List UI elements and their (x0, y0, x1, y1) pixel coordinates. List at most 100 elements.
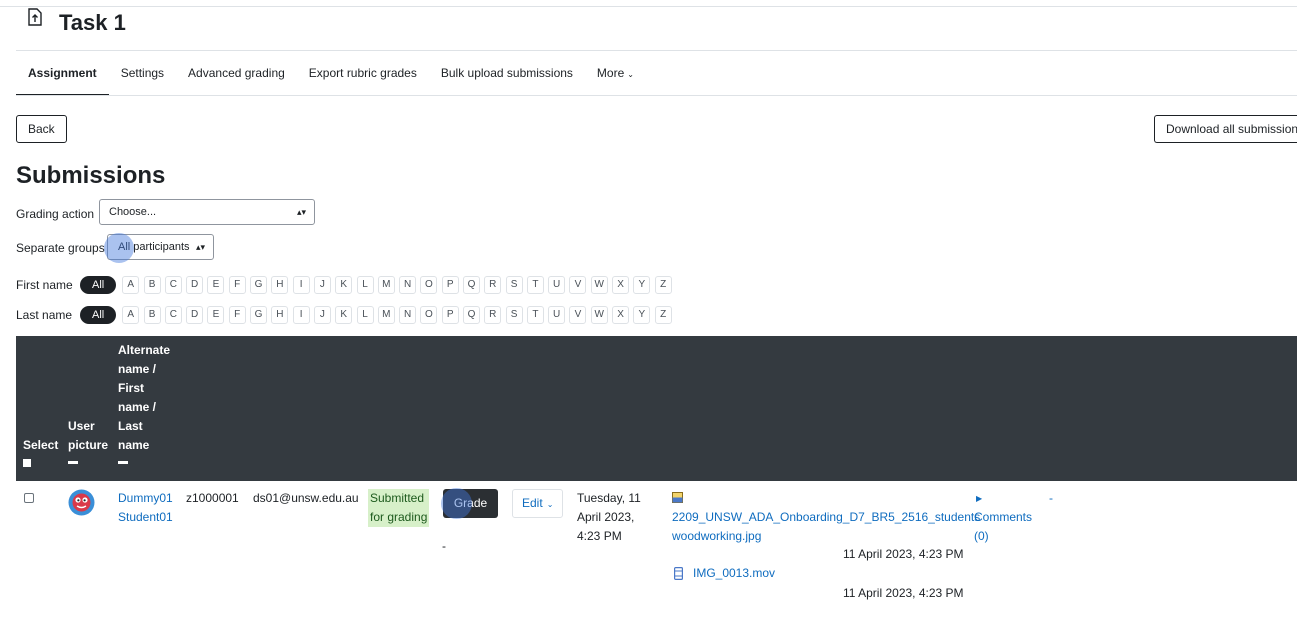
last-name-initial-k[interactable]: K (335, 306, 353, 324)
last-name-initial-u[interactable]: U (548, 306, 566, 324)
header-last-modified-submission[interactable]: Last modified (submission) (577, 552, 652, 628)
last-name-initial-z[interactable]: Z (654, 306, 672, 324)
tab-assignment[interactable]: Assignment (16, 51, 109, 96)
last-name-initial-n[interactable]: N (399, 306, 417, 324)
last-name-initial-t[interactable]: T (526, 306, 544, 324)
collapse-column-icon[interactable] (512, 615, 522, 618)
comments-count[interactable]: (0) (974, 529, 989, 543)
tab-settings[interactable]: Settings (109, 51, 176, 95)
first-name-initial-n[interactable]: N (399, 276, 417, 294)
first-name-initial-i[interactable]: I (292, 276, 310, 294)
first-name-initial-r[interactable]: R (484, 276, 502, 294)
first-name-initial-o[interactable]: O (420, 276, 438, 294)
last-name-all-button[interactable]: All (80, 306, 117, 324)
first-name-initial-h[interactable]: H (271, 276, 289, 294)
collapse-column-icon[interactable] (1049, 615, 1059, 618)
first-name-initial-a[interactable]: A (122, 276, 140, 294)
first-name-initial-z[interactable]: Z (654, 276, 672, 294)
collapse-column-icon[interactable] (118, 461, 128, 464)
first-name-initial-p[interactable]: P (441, 276, 459, 294)
file-name[interactable]: IMG_0013.mov (693, 566, 775, 580)
student-name-link[interactable]: Dummy01 Student01 (118, 489, 173, 527)
last-name-initial-w[interactable]: W (590, 306, 608, 324)
last-name-initial-o[interactable]: O (420, 306, 438, 324)
last-name-initial-b[interactable]: B (143, 306, 161, 324)
tab-bulk-upload-submissions[interactable]: Bulk upload submissions (429, 51, 585, 95)
collapse-column-icon[interactable] (442, 615, 452, 618)
first-name-all-button[interactable]: All (80, 276, 117, 294)
first-name-initial-q[interactable]: Q (462, 276, 480, 294)
first-name-initial-l[interactable]: L (356, 276, 374, 294)
last-name-initial-s[interactable]: S (505, 306, 523, 324)
collapse-column-icon[interactable] (577, 615, 587, 618)
header-username[interactable]: Username (186, 590, 244, 628)
collapse-column-icon[interactable] (1239, 615, 1249, 618)
last-name-initial-e[interactable]: E (207, 306, 225, 324)
first-name-initial-s[interactable]: S (505, 276, 523, 294)
last-name-initial-l[interactable]: L (356, 306, 374, 324)
first-name-initial-e[interactable]: E (207, 276, 225, 294)
tab-advanced-grading[interactable]: Advanced grading (176, 51, 297, 95)
first-name-initial-k[interactable]: K (335, 276, 353, 294)
back-button[interactable]: Back (16, 115, 67, 143)
last-name-initial-d[interactable]: D (186, 306, 204, 324)
collapse-column-icon[interactable] (186, 615, 196, 618)
last-name-initial-m[interactable]: M (377, 306, 395, 324)
first-name-initial-m[interactable]: M (377, 276, 395, 294)
tab-more[interactable]: More ⌄ (585, 51, 646, 95)
header-last-modified-grade[interactable]: Last modified (grade) (1049, 552, 1099, 628)
last-name-initial-g[interactable]: G (250, 306, 268, 324)
collapse-column-icon[interactable] (368, 615, 378, 618)
select-all-checkbox[interactable] (23, 459, 31, 467)
grading-action-select[interactable]: Choose... ▴▾ (99, 199, 315, 225)
last-name-initial-r[interactable]: R (484, 306, 502, 324)
header-status[interactable]: Status (368, 590, 405, 628)
first-name-initial-u[interactable]: U (548, 276, 566, 294)
first-name-initial-c[interactable]: C (164, 276, 182, 294)
last-name-initial-c[interactable]: C (164, 306, 182, 324)
last-name-initial-a[interactable]: A (122, 306, 140, 324)
file-name[interactable]: woodworking.jpg (672, 529, 761, 543)
comments-link[interactable]: Comments (0) (974, 508, 1032, 546)
expand-comments-icon[interactable]: ▶ (976, 489, 982, 508)
last-name-initial-x[interactable]: X (612, 306, 630, 324)
collapse-column-icon[interactable] (1108, 615, 1118, 618)
user-avatar[interactable] (68, 489, 95, 516)
edit-dropdown-button[interactable]: Edit ⌄ (512, 489, 563, 518)
collapse-column-icon[interactable] (974, 615, 984, 618)
first-name-initial-w[interactable]: W (590, 276, 608, 294)
last-name-initial-q[interactable]: Q (462, 306, 480, 324)
tab-export-rubric-grades[interactable]: Export rubric grades (297, 51, 429, 95)
header-grade[interactable]: Grade (442, 590, 477, 628)
last-name-initial-f[interactable]: F (228, 306, 246, 324)
comments-label[interactable]: Comments (974, 510, 1032, 524)
header-name[interactable]: Alternate name / First name / Last name (118, 341, 170, 628)
last-name-initial-v[interactable]: V (569, 306, 587, 324)
last-name-initial-p[interactable]: P (441, 306, 459, 324)
collapse-column-icon[interactable] (659, 615, 669, 618)
collapse-column-icon[interactable] (1178, 615, 1188, 618)
collapse-column-icon[interactable] (253, 615, 263, 618)
first-name-initial-j[interactable]: J (313, 276, 331, 294)
file-name[interactable]: 2209_UNSW_ADA_Onboarding_D7_BR5_2516_stu… (672, 510, 980, 524)
last-name-initial-h[interactable]: H (271, 306, 289, 324)
collapse-column-icon[interactable] (68, 461, 78, 464)
last-name-initial-j[interactable]: J (313, 306, 331, 324)
file-link-image[interactable]: 2209_UNSW_ADA_Onboarding_D7_BR5_2516_stu… (672, 508, 980, 546)
first-name-initial-b[interactable]: B (143, 276, 161, 294)
last-name-initial-i[interactable]: I (292, 306, 310, 324)
first-name-initial-v[interactable]: V (569, 276, 587, 294)
first-name-initial-g[interactable]: G (250, 276, 268, 294)
file-link-video[interactable]: IMG_0013.mov (693, 564, 775, 583)
last-name-initial-y[interactable]: Y (633, 306, 651, 324)
first-name-initial-x[interactable]: X (612, 276, 630, 294)
student-last-name[interactable]: Student01 (118, 510, 173, 524)
student-first-name[interactable]: Dummy01 (118, 491, 173, 505)
header-email[interactable]: Email address (253, 590, 334, 628)
first-name-initial-t[interactable]: T (526, 276, 544, 294)
download-all-submissions-button[interactable]: Download all submissions (1154, 115, 1297, 143)
first-name-initial-y[interactable]: Y (633, 276, 651, 294)
first-name-initial-f[interactable]: F (228, 276, 246, 294)
first-name-initial-d[interactable]: D (186, 276, 204, 294)
row-select-checkbox[interactable] (24, 493, 34, 503)
